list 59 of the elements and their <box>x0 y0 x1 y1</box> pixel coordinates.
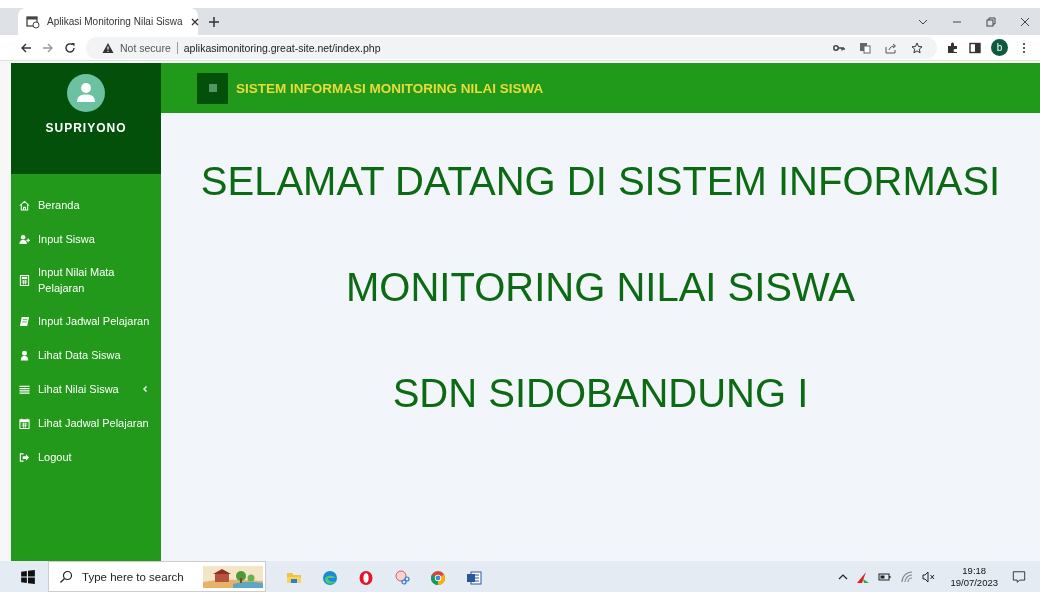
scissors-icon[interactable] <box>394 569 410 586</box>
side-panel-icon[interactable] <box>969 41 981 54</box>
search-placeholder: Type here to search <box>82 570 184 583</box>
reload-icon[interactable] <box>64 41 76 54</box>
calculator-icon <box>19 274 30 286</box>
menu-button[interactable] <box>197 72 228 104</box>
sidebar-item[interactable]: Beranda <box>11 188 161 222</box>
sidebar-item[interactable]: Lihat Nilai Siswa <box>11 372 161 406</box>
search-icon <box>59 569 73 584</box>
sidebar-item[interactable]: Input Jadwal Pelajaran <box>11 304 161 338</box>
chrome-icon[interactable] <box>430 569 446 586</box>
browser-icon[interactable] <box>322 569 338 586</box>
user-icon <box>19 349 30 361</box>
welcome-heading: SDN SIDOBANDUNG I <box>392 370 809 417</box>
user-plus-icon <box>19 233 30 245</box>
home-icon <box>19 199 30 211</box>
warning-icon <box>102 41 114 54</box>
profile-avatar[interactable]: b <box>991 39 1008 56</box>
list-icon <box>19 383 30 395</box>
new-tab-icon[interactable] <box>208 15 220 28</box>
address-bar[interactable]: Not secure aplikasimonitoring.great-site.net/index.php <box>86 36 937 59</box>
document-app-icon[interactable] <box>466 569 482 586</box>
notification-icon[interactable] <box>1012 569 1026 584</box>
back-icon[interactable] <box>20 41 32 54</box>
close-icon[interactable] <box>1020 16 1030 27</box>
app-title: SISTEM INFORMASI MONITORING NILAI SISWA <box>236 80 544 96</box>
logout-icon <box>19 451 30 463</box>
welcome-heading: SELAMAT DATANG DI SISTEM INFORMASI <box>200 158 1001 205</box>
mute-icon[interactable] <box>922 569 937 584</box>
translate-icon[interactable] <box>859 41 871 54</box>
sidebar-item[interactable]: Logout <box>11 440 161 474</box>
browser-tab[interactable]: Aplikasi Monitoring Nilai Siswa <box>18 8 198 35</box>
forward-icon[interactable] <box>42 41 54 54</box>
windows-icon[interactable] <box>20 568 36 585</box>
close-icon[interactable] <box>189 16 200 27</box>
tab-title: Aplikasi Monitoring Nilai Siswa <box>47 16 183 27</box>
clock-time: 19:18 <box>962 564 987 577</box>
puzzle-icon[interactable] <box>947 41 959 54</box>
welcome-heading: MONITORING NILAI SISWA <box>346 264 855 311</box>
sidebar-item[interactable]: Input Nilai Mata Pelajaran <box>11 256 161 304</box>
avatar-icon <box>67 74 105 112</box>
sidebar-item[interactable]: Input Siswa <box>11 222 161 256</box>
url-text: aplikasimonitoring.great-site.net/index.php <box>183 41 381 54</box>
sidebar-item[interactable]: Lihat Data Siswa <box>11 338 161 372</box>
calendar-icon <box>19 417 30 429</box>
security-label: Not secure <box>120 41 171 54</box>
search-field[interactable]: Type here to search <box>48 561 266 592</box>
calendar-icon <box>26 14 40 29</box>
star-icon[interactable] <box>911 41 923 54</box>
wifi-icon[interactable] <box>900 569 915 584</box>
clock-date: 19/07/2023 <box>950 576 998 589</box>
chevron-left-icon <box>141 385 149 393</box>
sidebar-item[interactable]: Lihat Jadwal Pelajaran <box>11 406 161 440</box>
opera-icon[interactable] <box>358 569 374 586</box>
book-icon <box>19 315 30 327</box>
user-name: SUPRIYONO <box>45 121 127 135</box>
share-icon[interactable] <box>885 41 897 54</box>
restore-icon[interactable] <box>986 16 996 27</box>
clock[interactable]: 19:18 19/07/2023 <box>950 564 998 589</box>
